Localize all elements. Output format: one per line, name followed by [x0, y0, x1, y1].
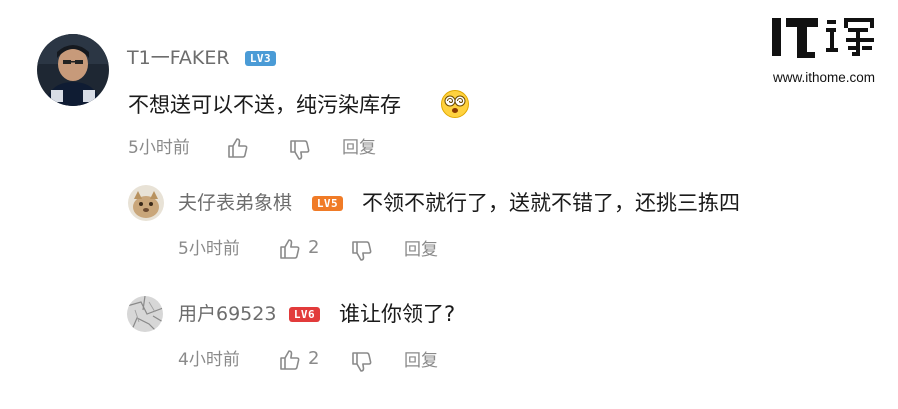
comment-time: 5小时前 — [128, 138, 190, 158]
thumbs-up-icon[interactable] — [226, 136, 250, 160]
level-badge: LV3 — [245, 51, 276, 66]
like-count: 2 — [308, 348, 320, 369]
avatar[interactable] — [127, 296, 163, 332]
reply-button[interactable]: 回复 — [342, 140, 376, 157]
username[interactable]: 夫仔表弟象棋 — [178, 194, 292, 213]
avatar[interactable] — [128, 185, 164, 221]
thumbs-down-icon[interactable] — [350, 350, 374, 374]
dizzy-face-emoji-icon — [441, 90, 469, 118]
comment-text: 谁让你领了? — [339, 302, 456, 326]
comment-thread: www.ithome.com T1一FAKER LV3 不想送可以不送，纯污染库… — [0, 0, 898, 409]
thumbs-down-icon[interactable] — [288, 138, 312, 162]
ithome-watermark: www.ithome.com — [764, 12, 884, 92]
comment-text: 不想送可以不送，纯污染库存 — [128, 93, 401, 117]
level-badge: LV5 — [312, 196, 343, 211]
like-count: 2 — [308, 237, 320, 258]
watermark-url: www.ithome.com — [772, 70, 876, 85]
thumbs-up-icon[interactable] — [278, 237, 302, 261]
avatar[interactable] — [37, 34, 109, 106]
ithome-logo-icon — [772, 18, 874, 58]
comment-text: 不领不就行了，送就不错了，还挑三拣四 — [362, 191, 740, 215]
thumbs-down-icon[interactable] — [350, 239, 374, 263]
username[interactable]: 用户69523 — [178, 305, 276, 324]
reply-button[interactable]: 回复 — [404, 353, 438, 370]
comment-time: 4小时前 — [178, 350, 240, 370]
comment-time: 5小时前 — [178, 239, 240, 259]
username[interactable]: T1一FAKER — [127, 49, 230, 68]
thumbs-up-icon[interactable] — [278, 348, 302, 372]
reply-button[interactable]: 回复 — [404, 242, 438, 259]
level-badge: LV6 — [289, 307, 320, 322]
